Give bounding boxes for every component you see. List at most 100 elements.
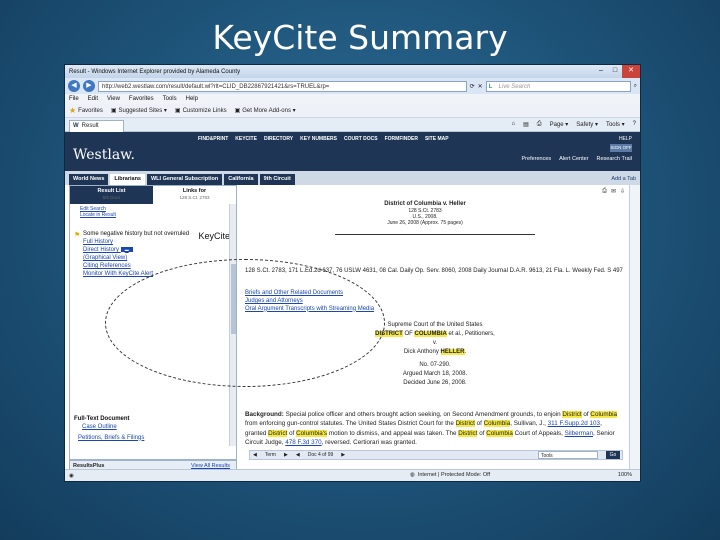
browser-tab-result[interactable]: W Result (69, 119, 124, 132)
westlaw-tab-bar: World News Librarians WLI General Subscr… (65, 171, 640, 185)
safety-menu[interactable]: Safety ▾ (576, 121, 598, 128)
nav-site-map[interactable]: SITE MAP (425, 136, 449, 142)
direct-history-link[interactable]: Direct History ▬ (74, 246, 230, 254)
alert-center-link[interactable]: Alert Center (559, 156, 588, 162)
minimize-icon[interactable]: – (594, 65, 608, 78)
left-pane-scrollbar[interactable] (229, 204, 236, 446)
page-icon: ▣ (174, 108, 181, 114)
stop-icon[interactable]: ✕ (478, 83, 483, 90)
menu-favorites[interactable]: Favorites (129, 96, 154, 102)
graphical-view-link[interactable]: (Graphical View) (74, 254, 230, 262)
court-caption: Supreme Court of the United States DISTR… (335, 321, 535, 388)
sign-off-button[interactable]: SIGN OFF (610, 144, 632, 152)
favorites-bar: ★ Favorites ▣ Suggested Sites ▾ ▣ Customize… (65, 104, 640, 118)
nav-directory[interactable]: DIRECTORY (264, 136, 293, 142)
page-menu[interactable]: Page ▾ (550, 121, 569, 128)
menu-tools[interactable]: Tools (163, 96, 177, 102)
print-icon[interactable]: ⎙ (602, 188, 607, 195)
forward-icon[interactable]: ▶ (83, 80, 95, 92)
help-icon[interactable]: ? (633, 121, 636, 128)
scrollbar-thumb[interactable] (231, 264, 236, 334)
search-icon[interactable]: ⌕ (634, 83, 637, 90)
judges-attorneys-link[interactable]: Judges and Attorneys (245, 298, 374, 306)
page-icon: ▣ (110, 108, 117, 114)
window-titlebar: Result - Windows Internet Explorer provi… (65, 65, 640, 78)
help-link[interactable]: HELP (619, 136, 632, 142)
customize-links-button[interactable]: ▣ Customize Links (174, 107, 227, 115)
party-term-highlight: COLUMBIA (414, 331, 447, 337)
search-input[interactable]: Live Search (485, 80, 631, 92)
nav-keycite[interactable]: KEYCITE (235, 136, 257, 142)
court-name: Supreme Court of the United States (387, 322, 483, 328)
tab-california[interactable]: California (224, 174, 258, 185)
locate-in-result-link[interactable]: Locate in Result (80, 212, 116, 218)
maximize-icon[interactable]: □ (608, 65, 622, 78)
monitor-keycite-link[interactable]: Monitor With KeyCite Alert (74, 270, 230, 278)
prev-term-icon[interactable]: ◀ (253, 451, 257, 459)
menu-edit[interactable]: Edit (88, 96, 98, 102)
tab-9th-circuit[interactable]: 9th Circuit (259, 174, 295, 185)
prev-doc-icon[interactable]: ◀ (296, 451, 300, 459)
tools-select[interactable]: Tools (538, 451, 598, 459)
close-icon[interactable]: ✕ (622, 65, 640, 78)
petitioner-line: DISTRICT OF COLUMBIA et al., Petitioners… (335, 330, 535, 339)
tab-links-for[interactable]: Links for 128 S.Ct. 2783 (153, 186, 236, 204)
next-term-icon[interactable]: ▶ (284, 451, 288, 459)
tab-librarians[interactable]: Librarians (110, 174, 145, 185)
address-bar: ◀ ▶ http://web2.westlaw.com/result/defau… (65, 78, 640, 94)
oral-argument-link[interactable]: Oral Argument Transcripts with Streaming… (245, 306, 374, 314)
petitions-briefs-link[interactable]: Petitions, Briefs & Filings (74, 435, 224, 443)
petitioner-suffix: et al., Petitioners, (446, 331, 495, 337)
home-icon[interactable]: ⌂ (511, 121, 515, 128)
keycite-logo: KeyCite (198, 231, 230, 241)
nav-find-print[interactable]: FIND&PRINT (198, 136, 228, 142)
document-pane: ⎙ ✉ ⇩ District of Columbia v. Heller 128… (245, 185, 627, 460)
tab-world-news[interactable]: World News (69, 174, 109, 185)
menu-help[interactable]: Help (186, 96, 198, 102)
document-scrollbar[interactable] (629, 185, 640, 470)
url-input[interactable]: http://web2.westlaw.com/result/default.w… (98, 80, 467, 92)
go-button[interactable]: Go (606, 451, 620, 459)
briefs-link[interactable]: Briefs and Other Related Documents (245, 290, 374, 298)
tools-menu[interactable]: Tools ▾ (606, 121, 625, 128)
document-tools: ⎙ ✉ ⇩ (602, 188, 625, 195)
menu-view[interactable]: View (107, 96, 120, 102)
tab-wli-general[interactable]: WLI General Subscription (146, 174, 223, 185)
refresh-icon[interactable]: ⟳ (470, 83, 475, 90)
nav-formfinder[interactable]: FORMFINDER (385, 136, 418, 142)
preferences-link[interactable]: Preferences (522, 156, 552, 162)
favorites-button[interactable]: ★ Favorites (69, 106, 103, 115)
new-badge-icon: ▬ (120, 247, 133, 253)
tab-result-list[interactable]: Result List 5/5 Docs (70, 186, 153, 204)
browser-tab-bar: W Result ⌂ ▤ ⎙ Page ▾ Safety ▾ Tools ▾ ? (65, 118, 640, 132)
nav-court-docs[interactable]: COURT DOCS (344, 136, 378, 142)
get-addons-button[interactable]: ▣ Get More Add-ons ▾ (235, 107, 296, 114)
background-paragraph: Background: Special police officer and o… (245, 411, 617, 447)
respondent-name: Dick Anthony (403, 349, 441, 355)
citing-references-link[interactable]: Citing References (74, 262, 230, 270)
security-zone: ◍ Internet | Protected Mode: Off (410, 472, 490, 478)
favorites-label: Favorites (78, 107, 103, 114)
page-icon: ▣ (234, 108, 241, 114)
full-text-section: Full-Text Document Case Outline Petition… (74, 416, 224, 442)
window-controls: – □ ✕ (594, 65, 640, 78)
menu-file[interactable]: File (69, 96, 79, 102)
research-trail-link[interactable]: Research Trail (597, 156, 632, 162)
back-icon[interactable]: ◀ (68, 80, 80, 92)
document-title-block: District of Columbia v. Heller 128 S.Ct.… (360, 201, 490, 226)
zoom-level[interactable]: 100% (618, 472, 632, 478)
download-icon[interactable]: ⇩ (620, 188, 625, 195)
email-icon[interactable]: ✉ (611, 188, 616, 195)
term-label: Term (264, 452, 276, 458)
print-icon[interactable]: ⎙ (537, 121, 542, 128)
westlaw-top-nav: FIND&PRINT KEYCITE DIRECTORY KEY NUMBERS… (198, 136, 449, 142)
feeds-icon[interactable]: ▤ (523, 121, 529, 128)
tab-result-list-label: Result List (97, 188, 126, 194)
add-tab-link[interactable]: Add a Tab (607, 174, 640, 185)
next-doc-icon[interactable]: ▶ (341, 451, 345, 459)
case-outline-link[interactable]: Case Outline (74, 424, 224, 432)
nav-key-numbers[interactable]: KEY NUMBERS (300, 136, 337, 142)
suggested-sites-button[interactable]: ▣ Suggested Sites ▾ (111, 107, 167, 114)
docket-number: No. 07-290. (419, 362, 451, 368)
left-pane-tabs: Result List 5/5 Docs Links for 128 S.Ct.… (70, 186, 236, 204)
